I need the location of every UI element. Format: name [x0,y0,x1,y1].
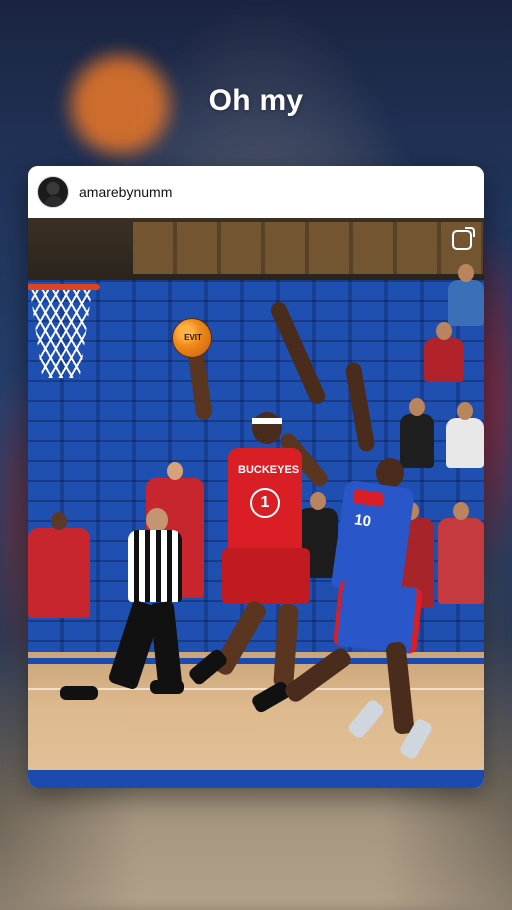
post-card[interactable]: amarebynumm BUCKEYES 1 10 EVIT [28,166,484,788]
blue-jersey-number: 10 [353,511,373,531]
blue-team-player: 10 [268,298,448,761]
ball-label: EVIT [184,333,202,342]
story-caption: Oh my [208,84,304,117]
court-sideline [28,770,484,788]
basketball: EVIT [172,318,212,358]
red-jersey-number: 1 [250,488,280,518]
crowd-fan [448,264,484,326]
post-photo[interactable]: BUCKEYES 1 10 EVIT [28,218,484,788]
post-username[interactable]: amarebynumm [79,184,172,200]
upper-seats [133,222,483,274]
crowd-fan [446,402,484,468]
multiple-media-icon [452,227,475,250]
hoop-rim [28,284,100,290]
profile-avatar[interactable] [37,176,69,208]
post-header: amarebynumm [28,166,484,218]
